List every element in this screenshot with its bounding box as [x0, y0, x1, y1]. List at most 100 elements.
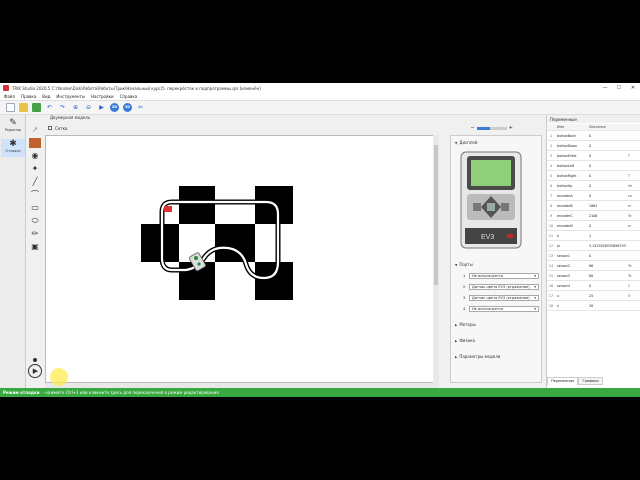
- port-select[interactable]: Датчик цвета EV3 (отражение) ▾: [469, 294, 539, 301]
- table-row[interactable]: 9 encoderC 2108 Te: [547, 211, 640, 221]
- ball-icon[interactable]: ◉: [29, 151, 41, 161]
- row-index: 14: [548, 263, 554, 268]
- ev3-brand-text: EV3: [481, 234, 494, 241]
- field-drawing: [141, 186, 293, 300]
- row-index: 16: [548, 283, 554, 288]
- menu-file[interactable]: Файл: [4, 94, 15, 99]
- save-icon[interactable]: [32, 103, 41, 112]
- undo-icon[interactable]: ↶: [45, 103, 54, 112]
- table-row[interactable]: 14 sensor2 86 Te: [547, 261, 640, 271]
- menu-help[interactable]: Справка: [120, 94, 138, 99]
- board-cell: [255, 262, 293, 300]
- zoom-in-icon[interactable]: ⊕: [71, 103, 80, 112]
- menu-settings[interactable]: Настройки: [91, 94, 114, 99]
- table-row[interactable]: 16 sensor4 0 С: [547, 281, 640, 291]
- board-cell: [215, 224, 255, 262]
- variable-value: 2108: [589, 213, 598, 218]
- physics-section[interactable]: ▶ Физика: [455, 338, 475, 343]
- table-row[interactable]: 13 sensor1 0: [547, 251, 640, 261]
- table-row[interactable]: 12 pi 3.1415926535898793: [547, 241, 640, 251]
- open-folder-icon[interactable]: [19, 103, 28, 112]
- pencil-icon[interactable]: ✏: [29, 229, 41, 239]
- scroll-thumb[interactable]: [434, 145, 438, 285]
- table-row[interactable]: 6 buttonUp 0 Ve: [547, 181, 640, 191]
- table-row[interactable]: 17 u 25 Л: [547, 291, 640, 301]
- variable-name: encoderC: [557, 213, 573, 218]
- pointer-icon[interactable]: ➚: [29, 125, 41, 135]
- world-model-header: Двумерная модель: [50, 115, 91, 120]
- mode-2d-button[interactable]: 2D: [110, 103, 119, 112]
- variable-name: v: [557, 303, 559, 308]
- run-icon[interactable]: ▶: [97, 103, 106, 112]
- debug-mode-button[interactable]: ✱ Отладка: [1, 139, 25, 157]
- screen-background: TRIK Studio 2020.5 C:\Yandex\Disk\Работа…: [0, 0, 640, 480]
- rectangle-icon[interactable]: ▭: [29, 203, 41, 213]
- table-row[interactable]: 2 buttonDown 0: [547, 141, 640, 151]
- maximize-button[interactable]: ☐: [612, 83, 626, 93]
- canvas-vertical-scrollbar[interactable]: [433, 135, 439, 383]
- close-button[interactable]: ✕: [626, 83, 640, 93]
- zoom-track[interactable]: [476, 126, 507, 130]
- mode-3d-button[interactable]: 3D: [123, 103, 132, 112]
- play-button[interactable]: ▶: [28, 364, 42, 378]
- table-row[interactable]: 3 buttonEnter 0 Т: [547, 151, 640, 161]
- variable-name: sensor1: [557, 253, 571, 258]
- window-title: TRIK Studio 2020.5 C:\Yandex\Disk\Работа…: [12, 85, 261, 91]
- menu-view[interactable]: Вид: [42, 94, 50, 99]
- collapse-triangle-icon: ▼: [455, 140, 458, 145]
- port-select[interactable]: Не используется ▾: [469, 305, 539, 312]
- table-row[interactable]: 8 encoderB 1861 er: [547, 201, 640, 211]
- variable-name: sensor4: [557, 283, 571, 288]
- line-icon[interactable]: ╱: [29, 177, 41, 187]
- table-row[interactable]: 15 sensor3 80 Te: [547, 271, 640, 281]
- port-select[interactable]: Не используется ▾: [469, 272, 539, 279]
- model-params-section[interactable]: ▶ Параметры модели: [455, 354, 500, 359]
- ellipse-icon[interactable]: ⬭: [29, 216, 41, 226]
- menu-tools[interactable]: Инструменты: [56, 94, 85, 99]
- editor-mode-label: Редактор: [4, 128, 22, 132]
- variable-value: 0: [589, 143, 592, 148]
- variable-name: pi: [557, 243, 561, 248]
- skittle-icon[interactable]: ✦: [29, 164, 41, 174]
- table-row[interactable]: 4 buttonLeft 0: [547, 161, 640, 171]
- zoom-out-button[interactable]: −: [470, 125, 474, 131]
- table-header-row: Имя Значение: [547, 124, 640, 131]
- redo-icon[interactable]: ↷: [58, 103, 67, 112]
- stop-icon[interactable]: [33, 358, 37, 362]
- table-row[interactable]: 10 encoderD 0 er: [547, 221, 640, 231]
- tools-icon[interactable]: ✂: [136, 103, 145, 112]
- zoom-slider[interactable]: − +: [470, 125, 512, 131]
- new-file-icon[interactable]: [6, 103, 15, 112]
- row-index: 6: [549, 183, 553, 188]
- table-row[interactable]: 5 buttonRight 0 Т: [547, 171, 640, 181]
- table-row[interactable]: 1 buttonBack 0: [547, 131, 640, 141]
- variable-extra: Te: [628, 263, 632, 268]
- wall-icon[interactable]: [29, 138, 41, 148]
- display-section[interactable]: ▼ Дисплей: [455, 140, 477, 145]
- grid-checkbox[interactable]: [48, 126, 52, 130]
- editor-mode-button[interactable]: ✎ Редактор: [1, 118, 25, 136]
- status-bar[interactable]: Режим отладки - нажмите Ctrl+1 или кликн…: [0, 388, 640, 397]
- value-column-header: Значение: [589, 125, 606, 129]
- menu-edit[interactable]: Правка: [21, 94, 36, 99]
- port-select[interactable]: Датчик цвета EV3 (отражение) ▾: [469, 283, 539, 290]
- start-marker: [164, 206, 172, 212]
- tab-variables[interactable]: Переменные: [547, 377, 579, 385]
- chevron-down-icon: ▾: [534, 273, 536, 278]
- minimize-button[interactable]: —: [598, 83, 612, 93]
- curve-icon[interactable]: ⌒: [29, 190, 41, 200]
- tab-graphs[interactable]: Графики: [578, 377, 603, 385]
- table-row[interactable]: 11 k 1: [547, 231, 640, 241]
- variable-extra: er: [628, 203, 632, 208]
- variable-name: buttonDown: [557, 143, 578, 148]
- table-row[interactable]: 7 encoderA 0 ze: [547, 191, 640, 201]
- table-row[interactable]: 18 v 30: [547, 301, 640, 311]
- variable-value: 0: [589, 223, 592, 228]
- motors-section[interactable]: ▶ Моторы: [455, 322, 476, 327]
- ports-section[interactable]: ▼ Порты: [455, 262, 473, 267]
- image-icon[interactable]: ▣: [29, 242, 41, 252]
- zoom-out-icon[interactable]: ⊖: [84, 103, 93, 112]
- world-canvas[interactable]: [45, 135, 439, 383]
- variable-value: 0: [589, 283, 592, 288]
- zoom-in-button[interactable]: +: [509, 125, 513, 131]
